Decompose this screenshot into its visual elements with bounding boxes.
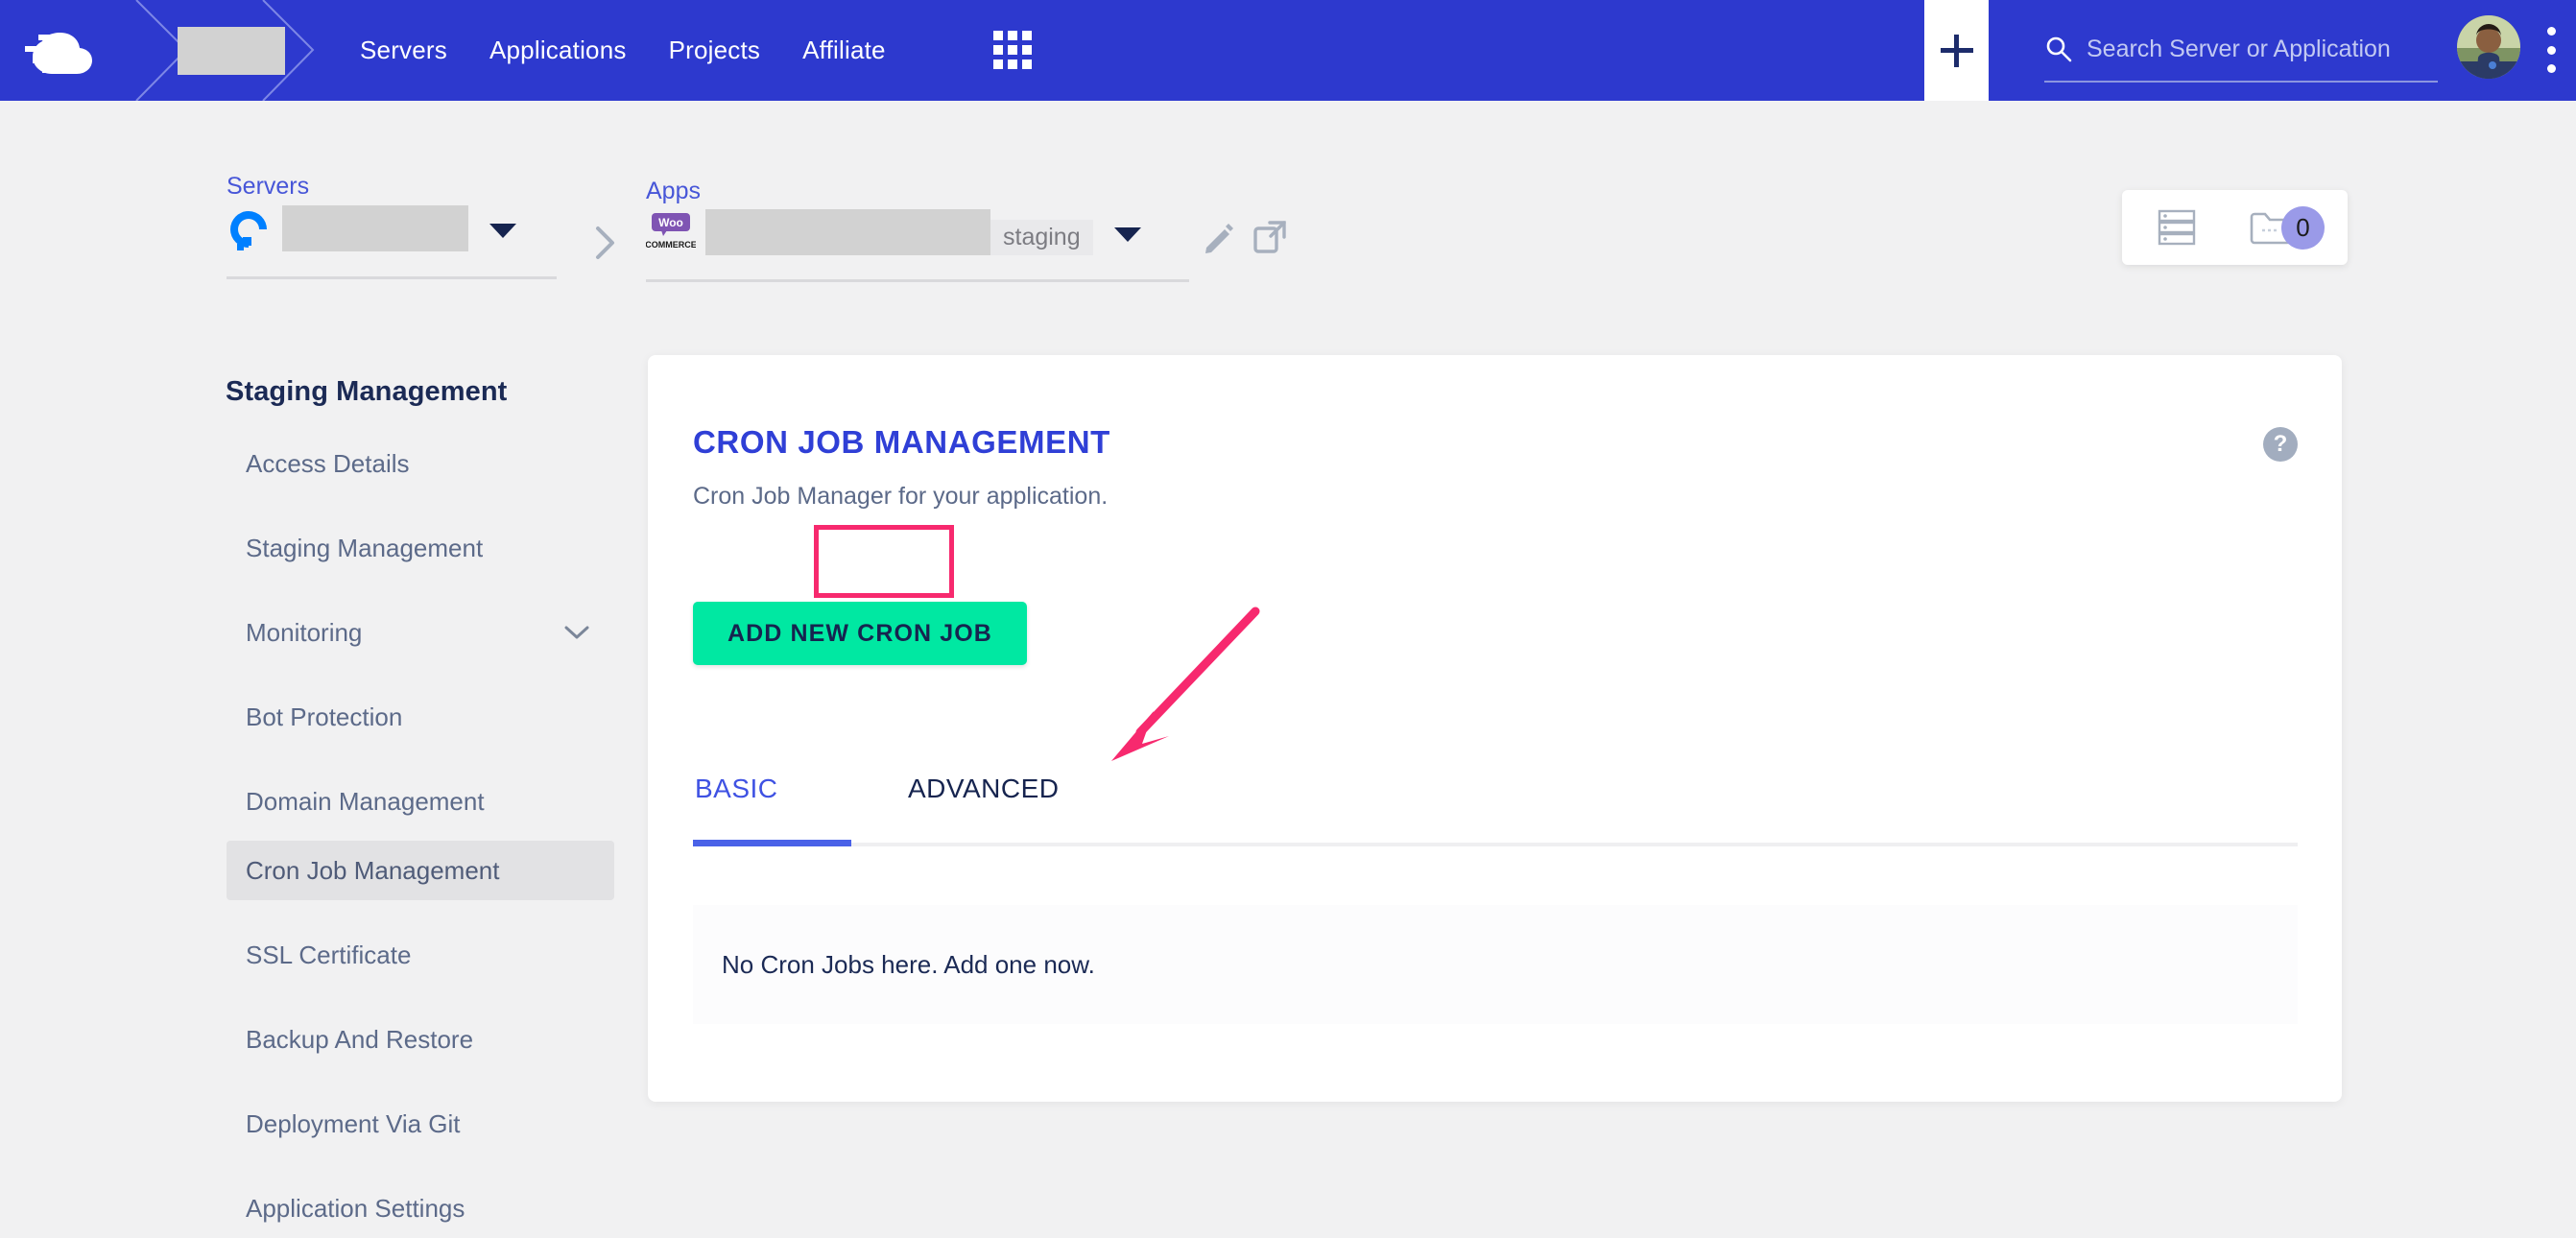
- svg-text:Woo: Woo: [658, 216, 683, 229]
- chevron-down-icon[interactable]: [564, 625, 589, 640]
- cloudways-cloud-logo[interactable]: [17, 21, 123, 79]
- primary-nav-links: Servers Applications Projects Affiliate: [360, 0, 886, 101]
- tab-basic[interactable]: BASIC: [693, 768, 864, 827]
- sidebar-item-application-settings[interactable]: Application Settings: [227, 1178, 614, 1238]
- app-name-redacted: [705, 209, 990, 255]
- sidebar-item-cron-job-management[interactable]: Cron Job Management: [227, 841, 614, 900]
- server-name-redacted: [282, 205, 468, 251]
- vertical-dots-menu-icon[interactable]: [2545, 27, 2557, 73]
- app-dropdown-caret-icon[interactable]: [1113, 227, 1141, 242]
- sidebar-item-domain-management[interactable]: Domain Management: [227, 772, 614, 831]
- breadcrumb-chevron-right-icon: [596, 226, 614, 259]
- sidebar-item-bot-protection[interactable]: Bot Protection: [227, 687, 614, 747]
- app-selector[interactable]: Woo COMMERCE staging: [646, 209, 1179, 255]
- folder-count-badge: 0: [2281, 206, 2325, 250]
- tab-advanced[interactable]: ADVANCED: [891, 768, 1061, 827]
- view-toggle-toolbar: 0: [2122, 190, 2348, 265]
- pencil-edit-icon[interactable]: [1203, 223, 1235, 255]
- sidebar-item-label: SSL Certificate: [246, 940, 412, 969]
- add-new-cron-job-button[interactable]: ADD NEW CRON JOB: [693, 602, 1027, 665]
- avatar[interactable]: [2457, 15, 2520, 79]
- sidebar-item-access-details[interactable]: Access Details: [227, 434, 614, 493]
- sidebar-item-deployment-via-git[interactable]: Deployment Via Git: [227, 1094, 614, 1154]
- server-dropdown-caret-icon[interactable]: [489, 224, 516, 238]
- breadcrumb-servers-label: Servers: [227, 173, 310, 200]
- nav-applications[interactable]: Applications: [489, 36, 627, 65]
- sidebar-item-label: Bot Protection: [246, 702, 403, 731]
- nav-projects[interactable]: Projects: [669, 36, 761, 65]
- tab-divider: [693, 843, 2298, 846]
- sidebar-item-label: Application Settings: [246, 1193, 465, 1223]
- sidebar-item-label: Domain Management: [246, 786, 485, 816]
- sidebar-item-label: Cron Job Management: [246, 855, 500, 885]
- sidebar-item-monitoring[interactable]: Monitoring: [227, 603, 614, 662]
- woocommerce-icon: Woo COMMERCE: [646, 213, 696, 250]
- tab-bar: BASIC ADVANCED: [693, 768, 1061, 827]
- apps-grid-icon[interactable]: [993, 31, 1032, 69]
- help-icon[interactable]: ?: [2263, 427, 2298, 462]
- external-link-icon[interactable]: [1253, 221, 1286, 253]
- server-stack-icon[interactable]: [2158, 209, 2196, 246]
- sidebar-item-label: Access Details: [246, 448, 410, 478]
- empty-state-message: No Cron Jobs here. Add one now.: [722, 949, 1095, 979]
- sidebar-item-label: Deployment Via Git: [246, 1108, 461, 1138]
- sidebar-title: Staging Management: [226, 376, 508, 407]
- search-input[interactable]: [2087, 35, 2413, 63]
- search-bar[interactable]: [2044, 17, 2438, 83]
- sidebar-item-label: Staging Management: [246, 533, 484, 562]
- plus-icon-horizontal: [1940, 48, 1973, 53]
- breadcrumb-apps-label: Apps: [646, 178, 701, 204]
- brand-logo-area[interactable]: [0, 0, 317, 101]
- sidebar-item-label: Backup And Restore: [246, 1024, 474, 1054]
- nav-affiliate[interactable]: Affiliate: [802, 36, 886, 65]
- app-selector-underline: [646, 279, 1189, 282]
- sidebar-item-backup-and-restore[interactable]: Backup And Restore: [227, 1010, 614, 1069]
- search-icon: [2046, 36, 2072, 62]
- tab-active-underline: [693, 840, 851, 846]
- add-new-button[interactable]: [1924, 0, 1989, 101]
- chevron-separator-icon-2: [262, 0, 315, 101]
- sidebar-item-label: Monitoring: [246, 617, 363, 647]
- sidebar-item-ssl-certificate[interactable]: SSL Certificate: [227, 925, 614, 985]
- page-title: CRON JOB MANAGEMENT: [693, 424, 1110, 460]
- server-selector[interactable]: [227, 205, 562, 251]
- cron-job-management-card: CRON JOB MANAGEMENT Cron Job Manager for…: [648, 355, 2342, 1102]
- server-selector-underline: [227, 276, 557, 279]
- top-navigation-bar: Servers Applications Projects Affiliate: [0, 0, 2576, 101]
- avatar-image: [2457, 15, 2520, 79]
- digitalocean-icon: [229, 211, 267, 250]
- empty-state-panel: No Cron Jobs here. Add one now.: [693, 905, 2298, 1024]
- status-badge: staging: [990, 220, 1093, 255]
- svg-text:COMMERCE: COMMERCE: [646, 240, 696, 250]
- nav-servers[interactable]: Servers: [360, 36, 447, 65]
- page-subtitle: Cron Job Manager for your application.: [693, 483, 1109, 510]
- sidebar-item-staging-management[interactable]: Staging Management: [227, 518, 614, 578]
